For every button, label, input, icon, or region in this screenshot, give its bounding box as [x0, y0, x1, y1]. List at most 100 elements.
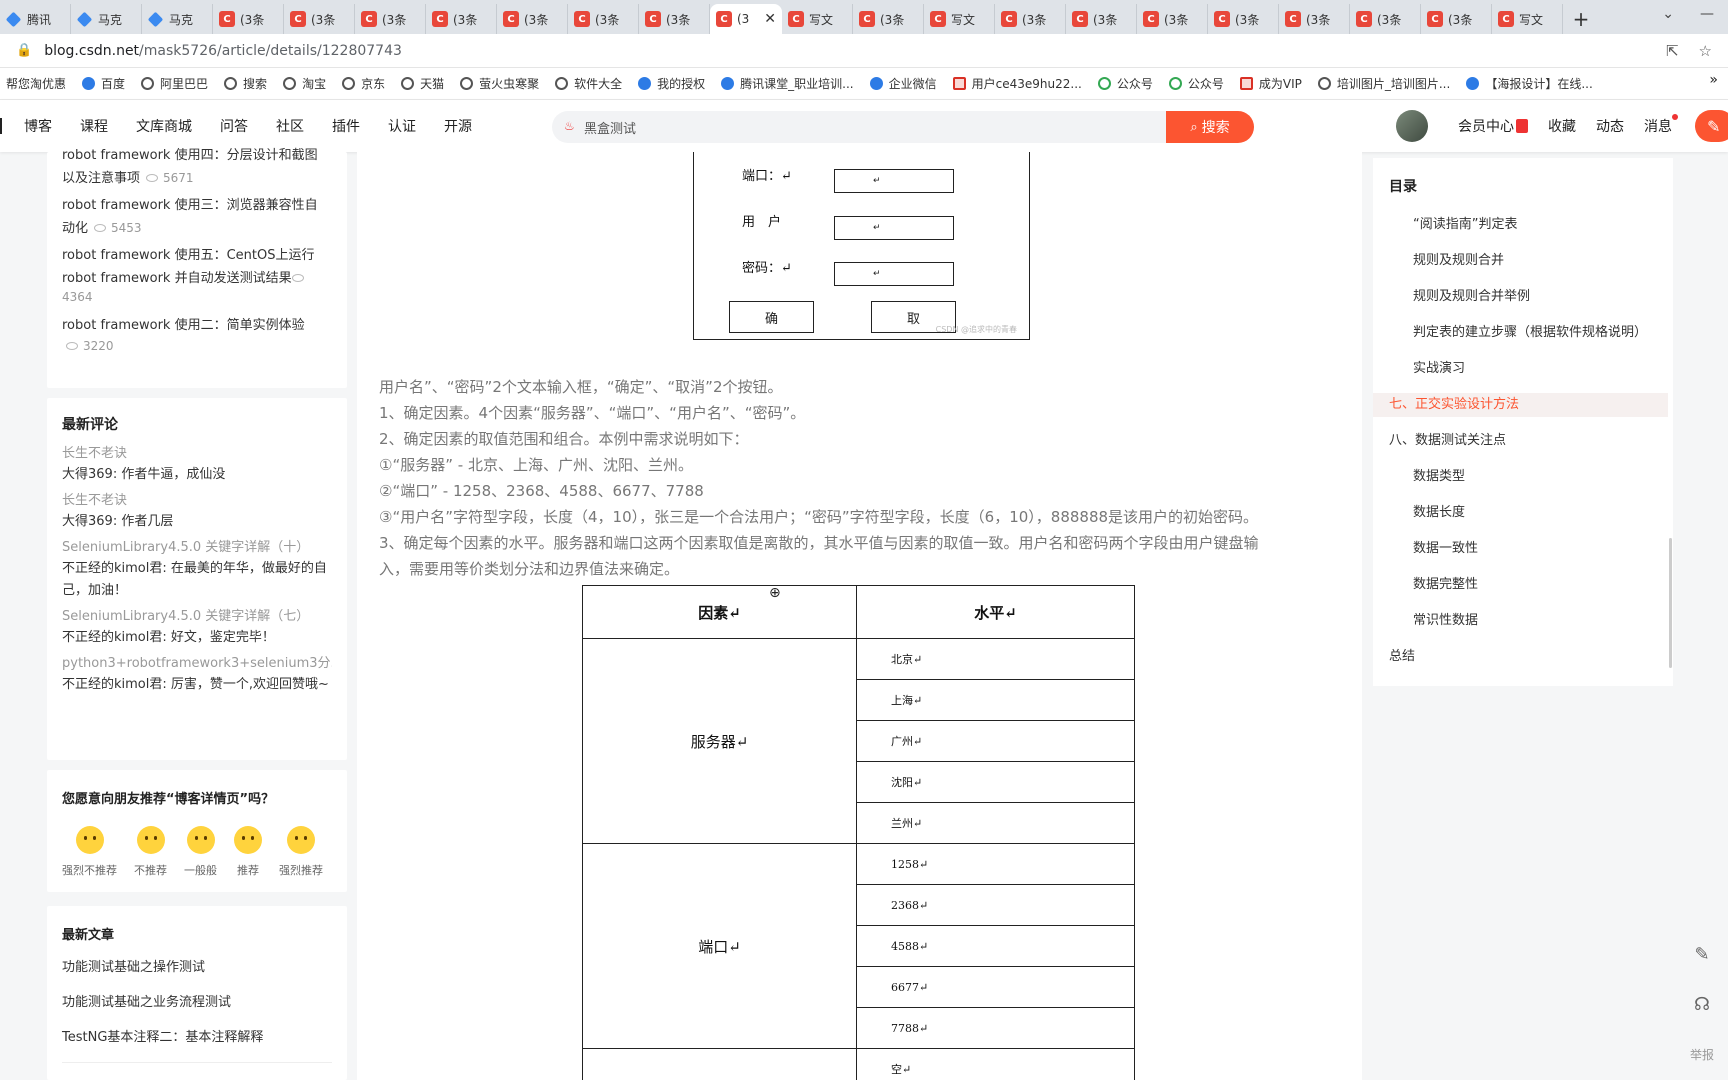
- browser-tab[interactable]: 腾讯: [0, 4, 71, 34]
- nav-item[interactable]: 博客: [24, 116, 52, 136]
- toc-item[interactable]: 数据完整性: [1413, 573, 1653, 592]
- bookmark-item[interactable]: 搜索: [224, 75, 267, 92]
- browser-tab[interactable]: C (3条: [639, 4, 710, 34]
- nav-item[interactable]: 问答: [220, 116, 248, 136]
- tab-close-icon[interactable]: ✕: [764, 11, 776, 27]
- browser-tab[interactable]: C 写文: [924, 4, 995, 34]
- browser-tab[interactable]: C (3条: [355, 4, 426, 34]
- browser-tab[interactable]: C (3条: [995, 4, 1066, 34]
- comment-article-link[interactable]: SeleniumLibrary4.5.0 关键字详解（十）: [62, 538, 332, 558]
- bookmark-item[interactable]: 京东: [342, 75, 385, 92]
- url-text[interactable]: blog.csdn.net/mask5726/article/details/1…: [44, 43, 402, 59]
- article-title-text[interactable]: robot framework 使用二：简单实例体验: [62, 318, 305, 333]
- nav-item[interactable]: 认证: [388, 116, 416, 136]
- bookmark-item[interactable]: 成为VIP: [1239, 75, 1302, 92]
- nav-item[interactable]: 社区: [276, 116, 304, 136]
- bookmark-item[interactable]: 企业微信: [869, 75, 937, 92]
- toc-item[interactable]: 数据长度: [1413, 501, 1653, 520]
- top-article-item[interactable]: robot framework 使用三：浏览器兼容性自 动化 5453: [62, 194, 334, 240]
- browser-tab[interactable]: C (3条: [1421, 4, 1492, 34]
- latest-article-link[interactable]: 功能测试基础之操作测试: [62, 956, 263, 979]
- browser-tab[interactable]: C (3条: [426, 4, 497, 34]
- recommend-option[interactable]: 强烈推荐: [279, 826, 323, 878]
- new-tab-plus-icon[interactable]: +: [1563, 4, 1599, 34]
- browser-tab[interactable]: C (3条: [853, 4, 924, 34]
- messages-link[interactable]: 消息: [1644, 114, 1678, 136]
- toc-item[interactable]: 判定表的建立步骤（根据软件规格说明）: [1413, 321, 1653, 340]
- tab-search-chevron-icon[interactable]: ⌄: [1662, 6, 1674, 22]
- nav-item[interactable]: 课程: [80, 116, 108, 136]
- bookmark-item[interactable]: 百度: [82, 75, 125, 92]
- nav-item[interactable]: 插件: [332, 116, 360, 136]
- report-link[interactable]: 举报: [1690, 1046, 1714, 1063]
- comment-article-link[interactable]: 长生不老诀: [62, 491, 332, 511]
- comment-article-link[interactable]: python3+robotframework3+selenium3分...: [62, 654, 332, 674]
- browser-tab[interactable]: C (3条: [1066, 4, 1137, 34]
- bookmark-item[interactable]: 天猫: [401, 75, 444, 92]
- browser-tab[interactable]: C (3条: [284, 4, 355, 34]
- lock-icon[interactable]: 🔒: [16, 43, 32, 58]
- bookmark-item[interactable]: 阿里巴巴: [141, 75, 208, 92]
- avatar[interactable]: [1396, 110, 1428, 142]
- toc-item[interactable]: 数据一致性: [1413, 537, 1653, 556]
- toc-item[interactable]: 数据类型: [1413, 465, 1653, 484]
- top-article-item[interactable]: robot framework 使用二：简单实例体验 3220: [62, 314, 334, 353]
- bookmark-star-icon[interactable]: ☆: [1699, 42, 1712, 60]
- article-title-text[interactable]: 动化: [62, 221, 88, 236]
- browser-tab[interactable]: 马克: [142, 4, 213, 34]
- bookmark-item[interactable]: 【海报设计】在线...: [1466, 75, 1593, 92]
- bookmark-item[interactable]: 培训图片_培训图片...: [1317, 75, 1450, 92]
- browser-tab[interactable]: C (3条: [1208, 4, 1279, 34]
- toc-scrollbar[interactable]: [1669, 538, 1672, 668]
- edit-note-icon[interactable]: ✎: [1682, 934, 1722, 974]
- search-button[interactable]: ⌕ 搜索: [1166, 111, 1254, 143]
- browser-tab[interactable]: C (3条: [497, 4, 568, 34]
- browser-tab[interactable]: C (3条: [568, 4, 639, 34]
- toc-item[interactable]: “阅读指南”判定表: [1413, 213, 1653, 232]
- article-title-line[interactable]: robot framework 使用三：浏览器兼容性自: [62, 194, 334, 217]
- bookmark-item[interactable]: 用户ce43e9hu22...: [952, 75, 1082, 92]
- toc-item[interactable]: 规则及规则合并举例: [1413, 285, 1653, 304]
- bookmark-item[interactable]: 我的授权: [638, 75, 705, 92]
- browser-tab[interactable]: C (3条: [213, 4, 284, 34]
- nav-item[interactable]: 开源: [444, 116, 472, 136]
- bookmark-item[interactable]: 公众号: [1097, 75, 1153, 92]
- browser-tab[interactable]: C (3条: [1137, 4, 1208, 34]
- comment-article-link[interactable]: 长生不老诀: [62, 444, 332, 464]
- comment-text[interactable]: 不正经的kimol君: 好文，鉴定完毕！: [62, 627, 332, 649]
- article-title-text[interactable]: 以及注意事项: [62, 171, 140, 186]
- bookmark-item[interactable]: 帮您淘优惠: [6, 75, 66, 92]
- browser-tab[interactable]: 马克: [71, 4, 142, 34]
- comment-text[interactable]: 不正经的kimol君: 在最美的年华，做最好的自己，加油！: [62, 558, 332, 602]
- article-title-text[interactable]: robot framework 并自动发送测试结果: [62, 271, 292, 286]
- activity-link[interactable]: 动态: [1596, 116, 1624, 136]
- address-bar[interactable]: 🔒 blog.csdn.net/mask5726/article/details…: [0, 34, 1728, 68]
- toc-item[interactable]: 七、正交实验设计方法: [1389, 393, 1659, 412]
- favorites-link[interactable]: 收藏: [1548, 116, 1576, 136]
- write-article-button[interactable]: ✎: [1695, 110, 1728, 142]
- article-title-line[interactable]: robot framework 使用四：分层设计和截图: [62, 144, 334, 167]
- search-input[interactable]: [552, 111, 1166, 143]
- browser-tab[interactable]: C (3 ✕: [710, 4, 782, 34]
- browser-tab[interactable]: C 写文: [782, 4, 853, 34]
- bookmark-item[interactable]: 腾讯课堂_职业培训...: [721, 75, 854, 92]
- bookmark-item[interactable]: 公众号: [1168, 75, 1224, 92]
- toc-item[interactable]: 总结: [1389, 645, 1659, 664]
- logo-edge[interactable]: [0, 118, 10, 134]
- article-title-line[interactable]: robot framework 使用五：CentOS上运行: [62, 244, 334, 267]
- toc-item[interactable]: 规则及规则合并: [1413, 249, 1653, 268]
- browser-tab[interactable]: C (3条: [1350, 4, 1421, 34]
- recommend-option[interactable]: 一般般: [184, 826, 217, 878]
- latest-article-link[interactable]: 功能测试基础之业务流程测试: [62, 991, 263, 1014]
- nav-item[interactable]: 文库商城: [136, 116, 192, 136]
- window-minimize-icon[interactable]: —: [1700, 6, 1714, 22]
- customer-service-icon[interactable]: ☊: [1682, 984, 1722, 1024]
- bookmark-item[interactable]: 软件大全: [555, 75, 622, 92]
- recommend-option[interactable]: 不推荐: [134, 826, 167, 878]
- comment-text[interactable]: 大得369: 作者几层: [62, 511, 332, 533]
- bookmark-item[interactable]: 萤火虫寒聚: [460, 75, 539, 92]
- recommend-option[interactable]: 推荐: [234, 826, 262, 878]
- toc-item[interactable]: 常识性数据: [1413, 609, 1653, 628]
- toc-item[interactable]: 实战演习: [1413, 357, 1653, 376]
- browser-tab[interactable]: C (3条: [1279, 4, 1350, 34]
